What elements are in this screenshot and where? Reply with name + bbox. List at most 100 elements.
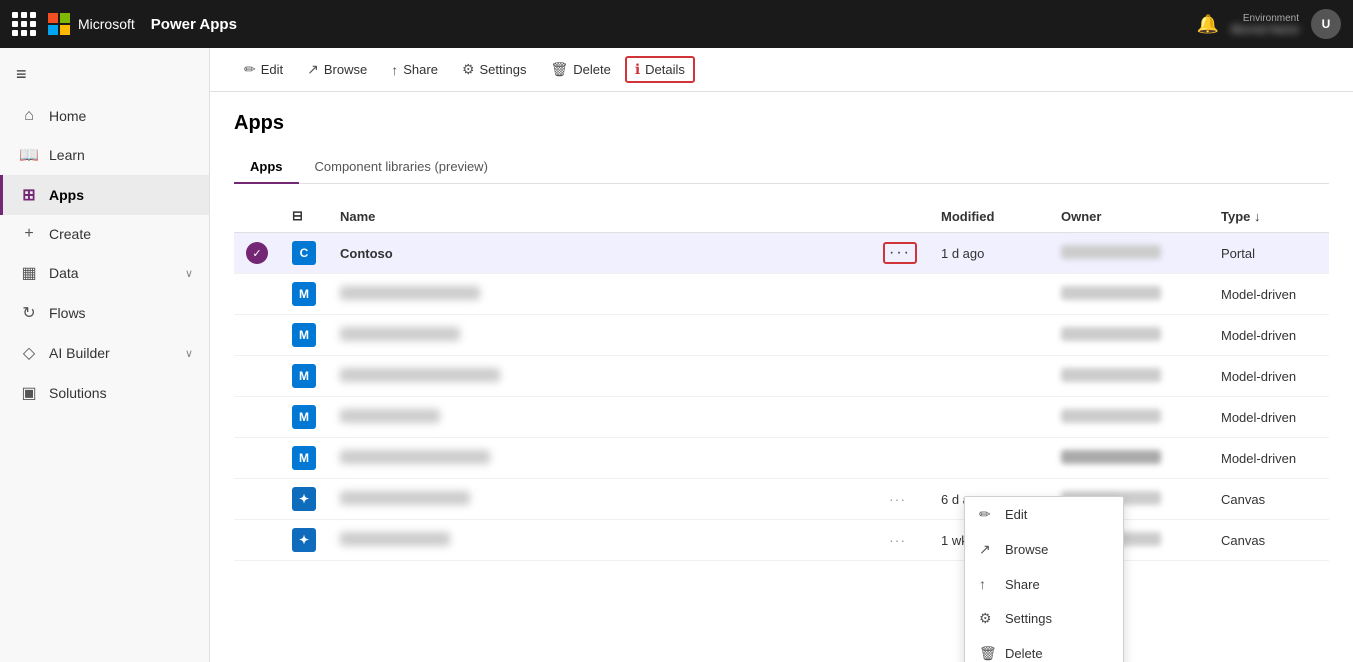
row-modified xyxy=(929,438,1049,479)
sidebar-label-learn: Learn xyxy=(49,147,85,163)
table-row: M Model-driven xyxy=(234,438,1329,479)
browse-icon: ↗ xyxy=(307,61,319,78)
col-header-type[interactable]: Type ↓ xyxy=(1209,200,1329,233)
solutions-icon: ▣ xyxy=(19,383,39,403)
context-delete-icon: 🗑 xyxy=(979,645,995,662)
col-header-modified[interactable]: Modified xyxy=(929,200,1049,233)
row-app-name[interactable] xyxy=(328,274,871,315)
notification-icon[interactable]: 🔔 xyxy=(1197,14,1219,35)
row-app-name[interactable] xyxy=(328,479,871,520)
row-app-name[interactable] xyxy=(328,397,871,438)
ms-logo-icon xyxy=(48,13,70,35)
portal-app-icon: C xyxy=(292,241,316,265)
row-owner xyxy=(1049,315,1209,356)
apps-table-container: ⊟ Name Modified Owner Type ↓ ✓ xyxy=(234,200,1329,561)
table-row: ✓ C Contoso ··· 1 d ago Portal xyxy=(234,233,1329,274)
table-row: M Model-driven xyxy=(234,356,1329,397)
row-check[interactable] xyxy=(234,397,280,438)
sidebar-item-data[interactable]: ▦ Data ∨ xyxy=(0,253,209,293)
user-avatar[interactable]: U xyxy=(1311,9,1341,39)
row-dots-cell xyxy=(871,274,929,315)
row-more-options-button[interactable]: ··· xyxy=(883,530,912,550)
row-modified xyxy=(929,274,1049,315)
data-icon: ▦ xyxy=(19,263,39,283)
row-modified: 1 d ago xyxy=(929,233,1049,274)
share-button[interactable]: ↑ Share xyxy=(381,57,448,83)
sidebar-item-learn[interactable]: 📖 Learn xyxy=(0,135,209,175)
sidebar-item-solutions[interactable]: ▣ Solutions xyxy=(0,373,209,413)
table-row: M Model-driven xyxy=(234,274,1329,315)
context-menu-share[interactable]: ↑ Share xyxy=(965,567,1123,601)
row-app-name[interactable] xyxy=(328,438,871,479)
edit-icon: ✏ xyxy=(244,61,256,78)
ai-builder-icon: ◇ xyxy=(19,343,39,363)
row-type: Model-driven xyxy=(1209,438,1329,479)
sidebar-item-apps[interactable]: ⊞ Apps xyxy=(0,175,209,215)
row-check[interactable] xyxy=(234,274,280,315)
row-check[interactable]: ✓ xyxy=(234,233,280,274)
row-more-options-button[interactable]: ··· xyxy=(883,489,912,509)
check-circle: ✓ xyxy=(246,242,268,264)
ai-builder-chevron: ∨ xyxy=(185,347,193,360)
context-menu-settings[interactable]: ⚙ Settings xyxy=(965,601,1123,636)
tabs: Apps Component libraries (preview) xyxy=(234,151,1329,184)
context-menu-delete[interactable]: 🗑 Delete xyxy=(965,636,1123,662)
model-app-icon: M xyxy=(292,446,316,470)
delete-button[interactable]: 🗑 Delete xyxy=(540,56,620,83)
table-row: ✦ ··· 1 wk ago Canvas xyxy=(234,520,1329,561)
row-check[interactable] xyxy=(234,315,280,356)
col-header-dots xyxy=(871,200,929,233)
row-check[interactable] xyxy=(234,438,280,479)
context-settings-icon: ⚙ xyxy=(979,610,995,627)
row-dots-cell: ··· xyxy=(871,233,929,274)
details-button[interactable]: ℹ Details xyxy=(625,56,695,83)
sidebar-label-create: Create xyxy=(49,226,91,242)
toolbar: ✏ Edit ↗ Browse ↑ Share ⚙ Settings 🗑 Del… xyxy=(210,48,1353,92)
apps-icon: ⊞ xyxy=(19,185,39,205)
delete-icon: 🗑 xyxy=(550,61,568,78)
context-menu-edit[interactable]: ✏ Edit xyxy=(965,497,1123,532)
tab-component-libraries[interactable]: Component libraries (preview) xyxy=(299,151,504,184)
col-header-name[interactable]: Name xyxy=(328,200,871,233)
row-app-icon: M xyxy=(280,356,328,397)
edit-button[interactable]: ✏ Edit xyxy=(234,56,293,83)
canvas-app-icon: ✦ xyxy=(292,528,316,552)
sidebar-item-home[interactable]: ⌂ Home xyxy=(0,97,209,135)
row-app-name[interactable]: Contoso xyxy=(328,233,871,274)
details-icon: ℹ xyxy=(635,61,640,78)
sidebar-toggle[interactable]: ≡ xyxy=(0,56,209,93)
waffle-button[interactable] xyxy=(12,12,36,36)
share-icon: ↑ xyxy=(391,62,398,78)
row-modified xyxy=(929,397,1049,438)
tab-apps[interactable]: Apps xyxy=(234,151,299,184)
row-owner xyxy=(1049,356,1209,397)
row-app-icon: M xyxy=(280,438,328,479)
environment-info: Environment Blurred Name xyxy=(1231,13,1299,36)
row-dots-cell[interactable]: ··· xyxy=(871,520,929,561)
apps-table: ⊟ Name Modified Owner Type ↓ ✓ xyxy=(234,200,1329,561)
sidebar-item-flows[interactable]: ↻ Flows xyxy=(0,293,209,333)
row-dots-cell[interactable]: ··· xyxy=(871,479,929,520)
browse-button[interactable]: ↗ Browse xyxy=(297,56,377,83)
row-check[interactable] xyxy=(234,356,280,397)
row-dots-cell xyxy=(871,438,929,479)
row-check[interactable] xyxy=(234,479,280,520)
sort-icon: ↓ xyxy=(1254,209,1261,224)
row-app-name[interactable] xyxy=(328,356,871,397)
row-app-name[interactable] xyxy=(328,520,871,561)
row-app-name[interactable] xyxy=(328,315,871,356)
sidebar-item-create[interactable]: + Create xyxy=(0,215,209,253)
context-share-icon: ↑ xyxy=(979,576,995,592)
settings-button[interactable]: ⚙ Settings xyxy=(452,56,537,83)
row-dots-cell xyxy=(871,356,929,397)
sidebar-item-ai-builder[interactable]: ◇ AI Builder ∨ xyxy=(0,333,209,373)
context-menu-browse[interactable]: ↗ Browse xyxy=(965,532,1123,567)
sidebar-label-apps: Apps xyxy=(49,187,84,203)
row-more-options-button[interactable]: ··· xyxy=(883,242,917,264)
row-owner xyxy=(1049,438,1209,479)
top-nav-right: 🔔 Environment Blurred Name U xyxy=(1197,9,1341,39)
col-header-icon: ⊟ xyxy=(280,200,328,233)
row-check[interactable] xyxy=(234,520,280,561)
col-header-owner[interactable]: Owner xyxy=(1049,200,1209,233)
learn-icon: 📖 xyxy=(19,145,39,165)
